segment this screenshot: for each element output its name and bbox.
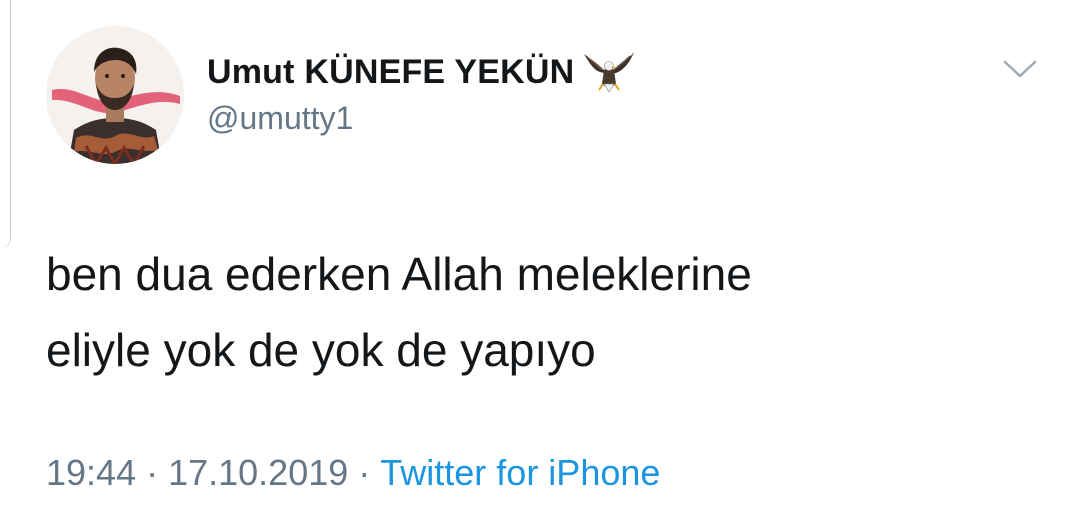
eagle-icon — [582, 50, 636, 94]
left-edge-border — [0, 0, 11, 248]
tweet-time: 19:44 — [46, 452, 137, 493]
tweet-date: 17.10.2019 — [168, 452, 349, 493]
author-display-name[interactable]: Umut KÜNEFE YEKÜN — [207, 53, 574, 92]
tweet-source-link[interactable]: Twitter for iPhone — [380, 452, 660, 493]
meta-separator: · — [146, 452, 159, 493]
tweet-text-line: eliyle yok de yok de yapıyo — [46, 324, 596, 376]
tweet-meta: 19:44 · 17.10.2019 · Twitter for iPhone — [46, 452, 660, 494]
tweet-text: ben dua ederken Allah meleklerine eliyle… — [46, 236, 1026, 388]
profile-photo-icon — [46, 26, 184, 164]
tweet-text-line: ben dua ederken Allah meleklerine — [46, 248, 752, 300]
meta-separator: · — [358, 452, 371, 493]
avatar[interactable] — [46, 26, 184, 164]
chevron-down-icon[interactable] — [1000, 56, 1040, 82]
author-handle[interactable]: @umutty1 — [207, 100, 353, 137]
author-name-row[interactable]: Umut KÜNEFE YEKÜN — [207, 50, 636, 94]
